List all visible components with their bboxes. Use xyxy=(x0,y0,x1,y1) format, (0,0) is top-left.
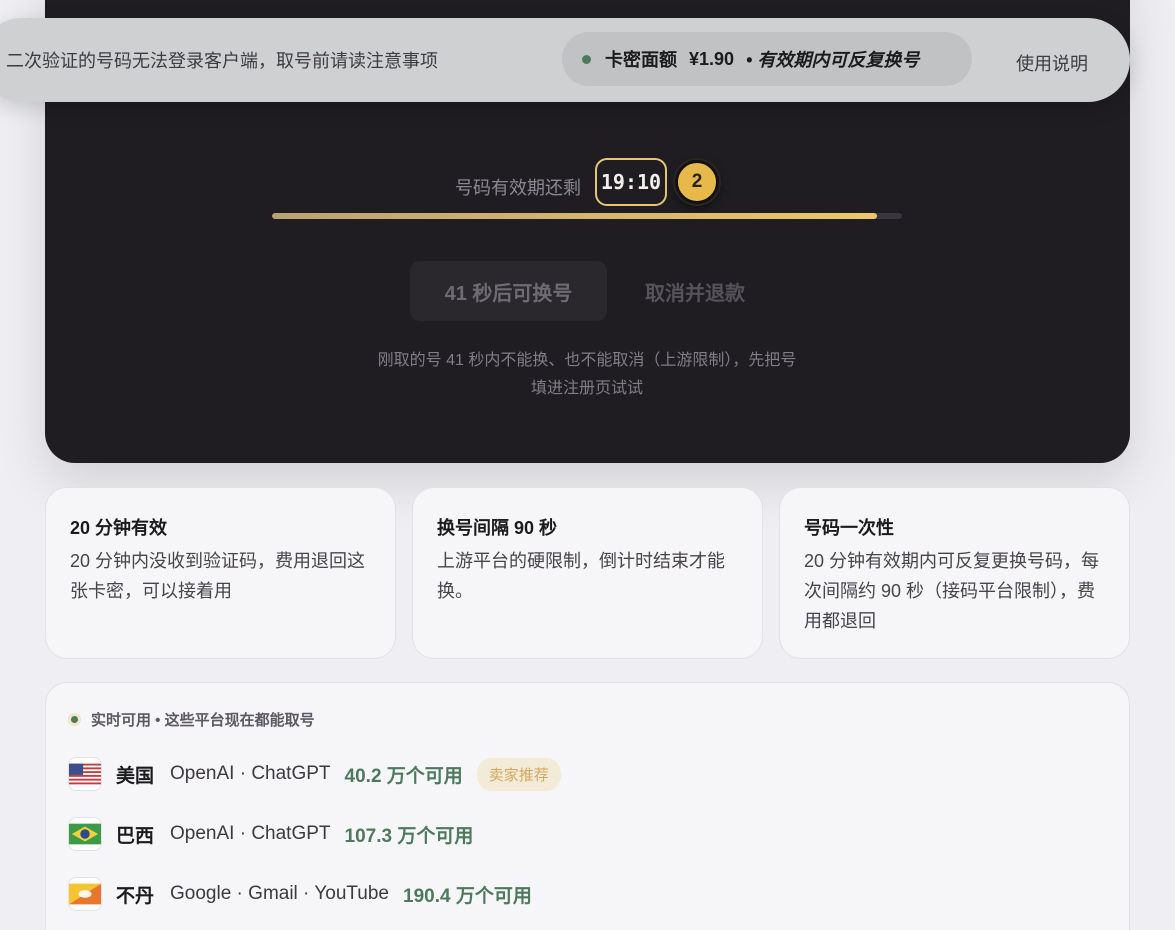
availability-row[interactable]: 美国 OpenAI · ChatGPT 40.2 万个可用 卖家推荐 xyxy=(68,756,561,792)
price-note: • 有效期内可反复换号 xyxy=(746,50,920,70)
info-card-validity: 20 分钟有效 20 分钟内没收到验证码，费用退回这张卡密，可以接着用 xyxy=(45,487,396,659)
card-value-pill: 卡密面额 ¥1.90 • 有效期内可反复换号 xyxy=(562,32,972,86)
recommended-badge: 卖家推荐 xyxy=(476,757,561,791)
info-card-title: 号码一次性 xyxy=(804,518,894,538)
info-card-desc: 20 分钟内没收到验证码，费用退回这张卡密，可以接着用 xyxy=(70,551,366,601)
notice-message: 二次验证的号码无法登录客户端，取号前请读注意事项 xyxy=(6,51,438,71)
expiry-timer: 号码有效期还剩 19:10 2 xyxy=(0,158,1175,208)
page: 号码有效期还剩 19:10 2 41 秒后可换号 取消并退款 刚取的号 41 秒… xyxy=(0,0,1175,930)
timer-label: 号码有效期还剩 xyxy=(455,178,581,198)
notice-text: 二次验证的号码无法登录客户端，取号前请读注意事项 xyxy=(0,47,470,73)
available-count: 107.3 万个可用 xyxy=(344,825,474,847)
info-card-single-use: 号码一次性 20 分钟有效期内可反复更换号码，每次间隔约 90 秒（接码平台限制… xyxy=(779,487,1130,659)
notice-bar: 二次验证的号码无法登录客户端，取号前请读注意事项 卡密面额 ¥1.90 • 有效… xyxy=(0,18,1130,102)
availability-row[interactable]: 不丹 Google · Gmail · YouTube 190.4 万个可用 xyxy=(68,876,546,912)
expiry-progress-bar xyxy=(272,213,902,219)
cancel-refund-button[interactable]: 取消并退款 xyxy=(625,261,765,321)
service-name: OpenAI · ChatGPT xyxy=(170,763,331,784)
hint-line: 刚取的号 41 秒内不能换、也不能取消（上游限制），先把号 xyxy=(377,352,797,369)
availability-panel: 实时可用 • 这些平台现在都能取号 美国 OpenAI · ChatGPT 40… xyxy=(45,682,1130,930)
available-count: 40.2 万个可用 xyxy=(344,765,463,787)
timer-value: 19:10 xyxy=(595,158,667,206)
step-badge: 2 xyxy=(675,160,719,204)
info-card-desc: 上游平台的硬限制，倒计时结束才能换。 xyxy=(437,551,725,601)
price-value: ¥1.90 xyxy=(689,48,735,69)
country-name: 美国 xyxy=(116,765,155,787)
swap-number-button[interactable]: 41 秒后可换号 xyxy=(410,261,607,321)
price-label: 卡密面额 xyxy=(605,50,677,70)
hint-line: 填进注册页试试 xyxy=(530,380,643,397)
availability-header: 实时可用 • 这些平台现在都能取号 xyxy=(68,709,315,730)
country-name: 不丹 xyxy=(116,885,155,907)
bt-flag-icon xyxy=(68,877,102,911)
info-card-title: 换号间隔 90 秒 xyxy=(437,518,558,538)
availability-row[interactable]: 巴西 OpenAI · ChatGPT 107.3 万个可用 xyxy=(68,816,487,852)
swap-hint: 刚取的号 41 秒内不能换、也不能取消（上游限制），先把号 填进注册页试试 xyxy=(337,347,837,403)
availability-title: 实时可用 • 这些平台现在都能取号 xyxy=(91,712,315,729)
br-flag-icon xyxy=(68,817,102,851)
status-dot-icon xyxy=(582,54,591,64)
available-count: 190.4 万个可用 xyxy=(403,885,532,907)
live-dot-icon xyxy=(68,713,81,726)
usage-guide-link[interactable]: 使用说明 xyxy=(1016,50,1088,76)
expiry-progress-fill xyxy=(272,213,877,219)
us-flag-icon xyxy=(68,757,102,791)
info-card-interval: 换号间隔 90 秒 上游平台的硬限制，倒计时结束才能换。 xyxy=(412,487,763,659)
info-card-title: 20 分钟有效 xyxy=(70,518,168,538)
info-card-desc: 20 分钟有效期内可反复更换号码，每次间隔约 90 秒（接码平台限制），费用都退… xyxy=(804,551,1100,631)
service-name: Google · Gmail · YouTube xyxy=(170,883,389,904)
country-name: 巴西 xyxy=(116,825,155,847)
service-name: OpenAI · ChatGPT xyxy=(170,823,331,844)
